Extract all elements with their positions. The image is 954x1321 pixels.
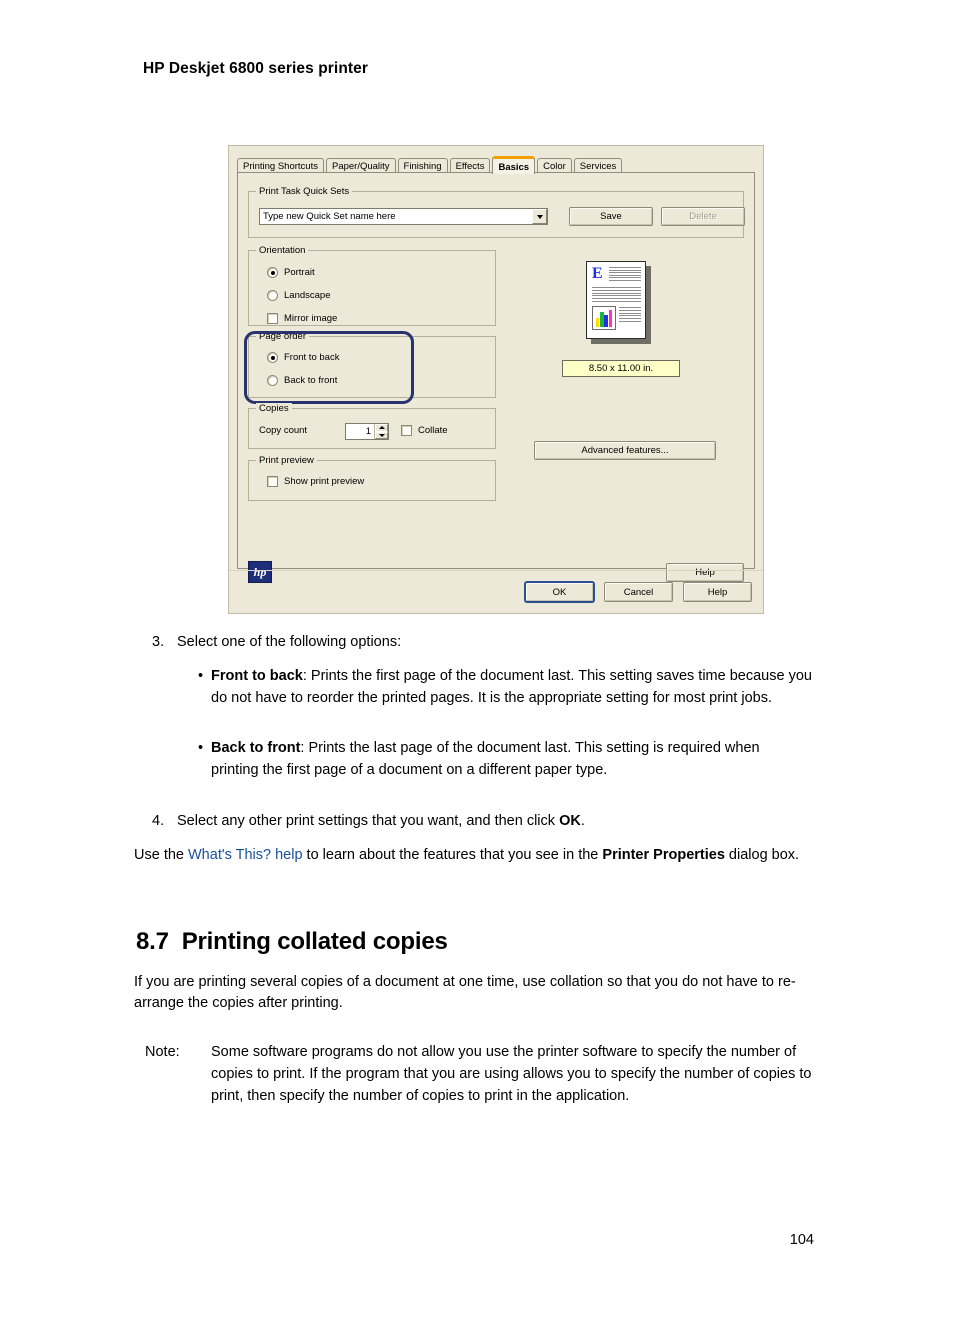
group-orientation: Orientation Portrait Landscape Mirror im… [248, 245, 496, 326]
radio-landscape[interactable]: Landscape [267, 290, 330, 301]
step-4-bold: OK [559, 813, 581, 829]
bullet-back-to-front-text: Back to front: Prints the last page of t… [211, 737, 798, 781]
bullet-dot-icon: • [198, 740, 204, 756]
dialog-button-bar: OK Cancel Help [229, 570, 763, 613]
bullet-dot-icon: • [198, 668, 204, 684]
section-paragraph: If you are printing several copies of a … [134, 974, 796, 1011]
tab-paper-quality[interactable]: Paper/Quality [325, 158, 396, 173]
page-header: HP Deskjet 6800 series printer [143, 60, 369, 77]
group-title-print-preview: Print preview [256, 455, 317, 466]
radio-landscape-label: Landscape [284, 290, 331, 301]
radio-portrait-icon [267, 267, 278, 278]
copy-count-stepper[interactable]: 1 [345, 423, 389, 440]
group-print-preview: Print preview Show print preview [248, 455, 496, 501]
document-page: E [586, 261, 646, 339]
whats-this-bold: Printer Properties [602, 847, 725, 863]
step-3: 3. Select one of the following options: [152, 632, 842, 653]
cancel-button[interactable]: Cancel [604, 582, 673, 602]
help-button[interactable]: Help [683, 582, 752, 602]
checkbox-mirror-image[interactable]: Mirror image [267, 313, 337, 324]
printer-properties-dialog: Printing Shortcuts Paper/Quality Finishi… [228, 145, 764, 614]
spin-down-icon[interactable] [375, 431, 388, 439]
quick-set-value: Type new Quick Set name here [263, 211, 396, 222]
note-block: Note: Some software programs do not allo… [145, 1041, 835, 1107]
chevron-down-icon[interactable] [532, 209, 547, 224]
step-4: 4. Select any other print settings that … [152, 811, 842, 832]
document-page-icon: E [586, 261, 651, 344]
bullet-front-to-back: • Front to back: Prints the first page o… [198, 665, 813, 709]
whats-this-help-link[interactable]: What's This? help [188, 847, 303, 863]
section-heading: 8.7 Printing collated copies [136, 928, 448, 956]
bullet-front-to-back-text: Front to back: Prints the first page of … [211, 665, 813, 709]
copy-count-label-text: Copy count [259, 425, 308, 436]
radio-portrait[interactable]: Portrait [267, 267, 315, 278]
delete-button: Delete [661, 207, 745, 226]
whats-this-paragraph: Use the What's This? help to learn about… [134, 845, 814, 866]
bullet-back-to-front-bold: Back to front [211, 740, 301, 756]
tab-effects[interactable]: Effects [449, 158, 491, 173]
step-3-number: 3. [152, 634, 165, 650]
note-label: Note: [145, 1044, 180, 1060]
whats-this-post: dialog box. [724, 847, 800, 863]
document-text-lines-top [609, 267, 641, 283]
bullet-front-to-back-bold: Front to back [211, 668, 303, 684]
advanced-features-button[interactable]: Advanced features... [534, 441, 716, 460]
whats-this-pre: Use the [134, 847, 188, 863]
section-title: Printing collated copies [181, 928, 448, 955]
document-text-lines-mid [592, 287, 641, 304]
group-print-task-quick-sets: Print Task Quick Sets Type new Quick Set… [248, 186, 745, 238]
copy-count-label: Copy count [259, 425, 307, 436]
copy-count-spin-buttons[interactable] [374, 424, 388, 439]
tab-finishing[interactable]: Finishing [397, 158, 448, 173]
checkbox-collate-label: Collate [418, 425, 448, 436]
tab-color[interactable]: Color [537, 158, 572, 173]
ok-button[interactable]: OK [525, 582, 594, 602]
radio-landscape-icon [267, 290, 278, 301]
document-preview-area: E 8.50 x 11.00 in. [534, 253, 716, 433]
group-title-quick-sets: Print Task Quick Sets [256, 186, 353, 197]
radio-front-to-back-icon [267, 352, 278, 363]
document-bar-chart-icon [592, 306, 616, 330]
step-4-pre: Select any other print settings that you… [177, 813, 560, 829]
group-title-copies: Copies [256, 403, 292, 414]
copy-count-value: 1 [365, 426, 371, 437]
save-button[interactable]: Save [569, 207, 653, 226]
document-text-lines-bottom [619, 307, 641, 324]
step-3-text: Select one of the following options: [177, 634, 402, 650]
checkbox-collate-icon [401, 425, 412, 436]
radio-front-to-back[interactable]: Front to back [267, 352, 339, 363]
bullet-back-to-front: • Back to front: Prints the last page of… [198, 737, 798, 781]
checkbox-mirror-image-label: Mirror image [284, 313, 338, 324]
step-4-number: 4. [152, 813, 165, 829]
checkbox-show-print-preview-icon [267, 476, 278, 487]
tab-strip: Printing Shortcuts Paper/Quality Finishi… [237, 155, 763, 174]
note-text: Some software programs do not allow you … [211, 1044, 812, 1104]
checkbox-show-print-preview[interactable]: Show print preview [267, 476, 364, 487]
checkbox-show-print-preview-label: Show print preview [284, 476, 365, 487]
step-4-post: . [580, 813, 585, 829]
radio-back-to-front-icon [267, 375, 278, 386]
tab-basics[interactable]: Basics [492, 156, 536, 174]
group-copies: Copies Copy count 1 Collate [248, 403, 496, 449]
radio-back-to-front-label: Back to front [284, 375, 338, 386]
paper-size-badge: 8.50 x 11.00 in. [562, 360, 680, 377]
whats-this-mid: to learn about the features that you see… [302, 847, 603, 863]
checkbox-mirror-image-icon [267, 313, 278, 324]
radio-back-to-front[interactable]: Back to front [267, 375, 337, 386]
checkbox-collate[interactable]: Collate [401, 425, 448, 436]
tab-services[interactable]: Services [573, 158, 623, 173]
group-page-order: Page order Front to back Back to front [248, 331, 496, 398]
tab-printing-shortcuts[interactable]: Printing Shortcuts [237, 158, 324, 173]
spin-up-icon[interactable] [375, 424, 388, 432]
quick-set-combobox[interactable]: Type new Quick Set name here [259, 208, 548, 225]
radio-front-to-back-label: Front to back [284, 352, 340, 363]
document-letter: E [592, 265, 603, 282]
tab-panel-basics: Print Task Quick Sets Type new Quick Set… [237, 172, 755, 583]
radio-portrait-label: Portrait [284, 267, 315, 278]
step-4-text: Select any other print settings that you… [177, 811, 585, 832]
section-number: 8.7 [136, 928, 169, 955]
group-title-orientation: Orientation [256, 245, 309, 256]
page-number: 104 [789, 1232, 814, 1248]
group-title-page-order: Page order [256, 331, 310, 342]
